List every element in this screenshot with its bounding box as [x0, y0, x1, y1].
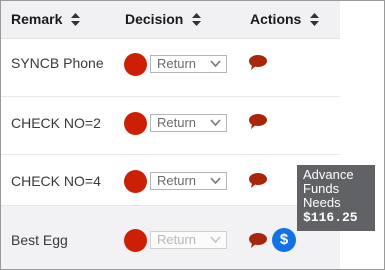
column-header-actions[interactable]: Actions: [250, 1, 320, 38]
comment-icon[interactable]: [248, 232, 268, 249]
decision-select[interactable]: Return: [150, 55, 227, 73]
decision-select[interactable]: Return: [150, 231, 227, 249]
tooltip-line-2: Funds: [303, 181, 340, 196]
sort-icon[interactable]: [192, 12, 202, 26]
decision-select-value: Return: [157, 232, 197, 247]
remark-cell: Best Egg: [11, 232, 68, 248]
column-header-decision[interactable]: Decision: [125, 1, 202, 38]
table-header: Remark Decision Actions: [1, 1, 340, 39]
comment-icon[interactable]: [248, 54, 268, 71]
chevron-down-icon: [210, 236, 221, 244]
tooltip-line-3: Needs: [303, 195, 341, 210]
sort-icon[interactable]: [310, 12, 320, 26]
decision-select[interactable]: Return: [150, 172, 227, 190]
table-row: Best Egg Return $: [1, 206, 340, 269]
status-dot: [124, 170, 147, 193]
decision-select-value: Return: [157, 173, 197, 188]
table-row: CHECK NO=4 Return: [1, 155, 340, 206]
decision-select[interactable]: Return: [150, 114, 227, 132]
status-dot: [124, 229, 147, 252]
remark-cell: SYNCB Phone: [11, 55, 104, 71]
table-row: SYNCB Phone Return: [1, 39, 340, 97]
tooltip-line-1: Advance: [303, 167, 354, 182]
table-panel: Remark Decision Actions SYNCB Phone Retu…: [0, 0, 385, 270]
chevron-down-icon: [210, 119, 221, 127]
column-header-remark-label: Remark: [11, 11, 63, 27]
status-dot: [124, 53, 147, 76]
chevron-down-icon: [210, 177, 221, 185]
column-header-remark[interactable]: Remark: [11, 1, 81, 38]
column-header-actions-label: Actions: [250, 11, 302, 27]
status-dot: [124, 112, 147, 135]
decision-select-value: Return: [157, 115, 197, 130]
column-header-decision-label: Decision: [125, 11, 184, 27]
tooltip-amount: $116.25: [303, 210, 358, 225]
chevron-down-icon: [210, 60, 221, 68]
table-row: CHECK NO=2 Return: [1, 97, 340, 155]
sort-icon[interactable]: [71, 12, 81, 26]
comment-icon[interactable]: [248, 113, 268, 130]
dollar-icon[interactable]: $: [272, 228, 296, 252]
advance-funds-tooltip: Advance Funds Needs $116.25: [297, 165, 375, 231]
remark-cell: CHECK NO=2: [11, 115, 101, 131]
remark-cell: CHECK NO=4: [11, 173, 101, 189]
decision-select-value: Return: [157, 56, 197, 71]
comment-icon[interactable]: [248, 172, 268, 189]
